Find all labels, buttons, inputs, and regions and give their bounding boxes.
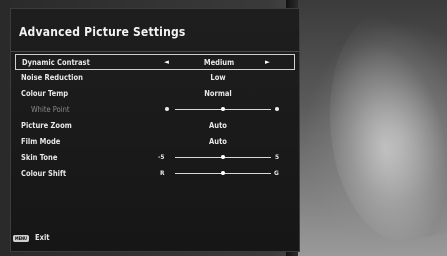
setting-colour-shift[interactable]: Colour Shift R G bbox=[15, 166, 295, 182]
exit-label: Exit bbox=[35, 233, 50, 242]
setting-value: Auto bbox=[209, 121, 227, 130]
setting-label: Dynamic Contrast bbox=[22, 58, 90, 67]
setting-label: Colour Temp bbox=[21, 89, 69, 98]
tv-screen: Advanced Picture Settings Dynamic Contra… bbox=[0, 0, 447, 256]
setting-skin-tone[interactable]: Skin Tone -5 5 bbox=[15, 150, 295, 166]
slider-min-label: -5 bbox=[158, 153, 165, 161]
skin-tone-slider[interactable] bbox=[175, 155, 271, 159]
menu-key-icon[interactable]: MENU bbox=[13, 235, 29, 242]
setting-label: Colour Shift bbox=[21, 169, 67, 178]
title-divider bbox=[11, 51, 299, 52]
arrow-right-icon[interactable]: ► bbox=[265, 58, 270, 66]
setting-white-point: White Point bbox=[15, 102, 295, 118]
setting-label: White Point bbox=[31, 105, 70, 114]
white-point-slider bbox=[175, 107, 271, 111]
setting-value: Auto bbox=[209, 137, 227, 146]
setting-picture-zoom[interactable]: Picture Zoom Auto bbox=[15, 118, 295, 134]
setting-label: Picture Zoom bbox=[21, 121, 72, 130]
panel-title: Advanced Picture Settings bbox=[19, 25, 186, 39]
advanced-picture-settings-panel: Advanced Picture Settings Dynamic Contra… bbox=[10, 8, 300, 252]
setting-value: Normal bbox=[204, 89, 232, 98]
slider-min-dot-icon bbox=[165, 107, 169, 111]
slider-max-dot-icon bbox=[275, 107, 279, 111]
slider-knob bbox=[221, 107, 225, 111]
slider-max-label: 5 bbox=[275, 153, 280, 161]
slider-min-label: R bbox=[160, 169, 165, 177]
slider-knob[interactable] bbox=[221, 155, 225, 159]
setting-film-mode[interactable]: Film Mode Auto bbox=[15, 134, 295, 150]
setting-value: Medium bbox=[203, 58, 235, 67]
setting-noise-reduction[interactable]: Noise Reduction Low bbox=[15, 70, 295, 86]
setting-label: Skin Tone bbox=[21, 153, 58, 162]
setting-label: Noise Reduction bbox=[21, 73, 83, 82]
colour-shift-slider[interactable] bbox=[175, 171, 271, 175]
setting-label: Film Mode bbox=[21, 137, 61, 146]
slider-knob[interactable] bbox=[221, 171, 225, 175]
slider-max-label: G bbox=[274, 169, 279, 177]
setting-value: Low bbox=[210, 73, 226, 82]
panel-footer: MENU Exit bbox=[11, 233, 299, 245]
setting-dynamic-contrast[interactable]: Dynamic Contrast ◄ Medium ► bbox=[15, 54, 295, 70]
setting-colour-temp[interactable]: Colour Temp Normal bbox=[15, 86, 295, 102]
